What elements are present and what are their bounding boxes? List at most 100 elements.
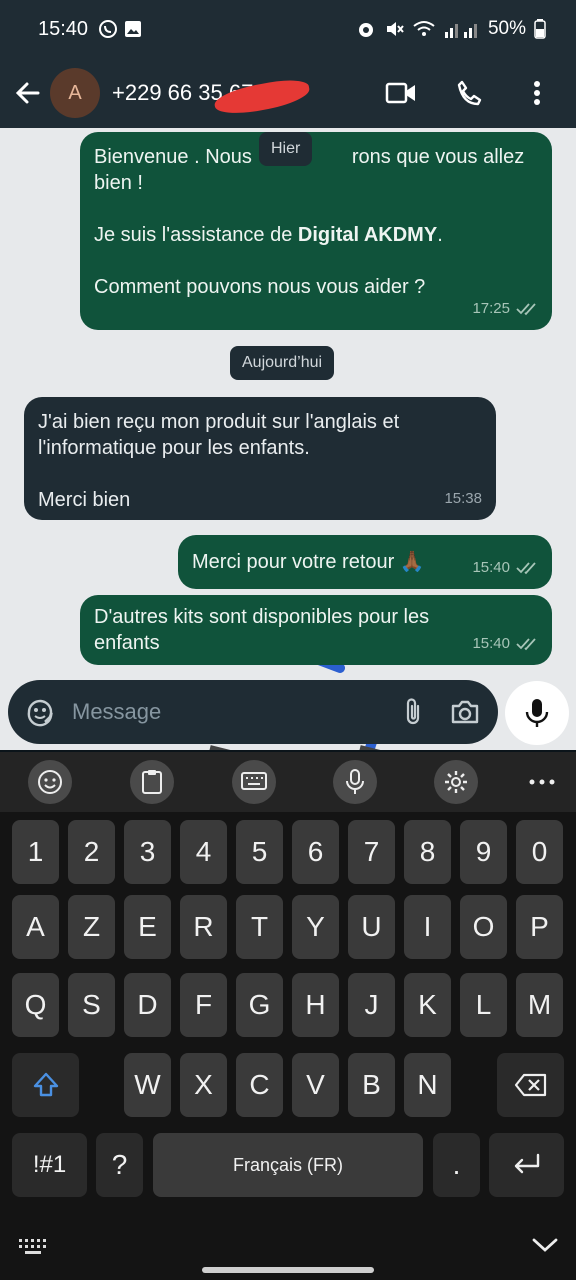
key-s[interactable]: S <box>68 973 115 1037</box>
hide-keyboard-chevron-icon[interactable] <box>532 1236 558 1254</box>
contact-title-wrapper[interactable]: +229 66 35 67 4 <box>112 75 312 119</box>
voice-call-button[interactable] <box>452 76 486 110</box>
message-text: D'autres kits sont disponibles pour les <box>94 606 430 628</box>
phone-icon <box>457 80 482 106</box>
keyboard-switch-icon[interactable] <box>18 1238 48 1256</box>
shift-arrow-icon <box>33 1072 58 1097</box>
video-call-button[interactable] <box>384 76 418 110</box>
message-bubble-outgoing[interactable]: D'autres kits sont disponibles pour les … <box>80 595 552 665</box>
kebab-menu-icon <box>534 81 540 105</box>
key-k[interactable]: K <box>404 973 451 1037</box>
microphone-icon <box>525 699 549 727</box>
gear-icon <box>445 771 467 793</box>
key-m[interactable]: M <box>516 973 563 1037</box>
key-b[interactable]: B <box>348 1053 395 1117</box>
attach-button[interactable] <box>396 695 430 729</box>
key-x[interactable]: X <box>180 1053 227 1117</box>
more-options-button[interactable] <box>520 76 554 110</box>
home-indicator[interactable] <box>202 1267 374 1273</box>
date-chip-hier: Hier <box>259 132 313 166</box>
key-7[interactable]: 7 <box>348 820 395 884</box>
emoji-icon <box>38 770 62 794</box>
message-text: Je suis l'assistance de Digital AKDMY. <box>94 224 443 246</box>
backspace-icon <box>514 1073 546 1097</box>
key-f[interactable]: F <box>180 973 227 1037</box>
keyboard-mode-button[interactable] <box>232 760 276 804</box>
message-bubble-outgoing[interactable]: Bienvenue . Nous rons que vous allez bien… <box>80 132 552 330</box>
key-d[interactable]: D <box>124 973 171 1037</box>
key-z[interactable]: Z <box>68 895 115 959</box>
message-bubble-incoming[interactable]: J'ai bien reçu mon produit sur l'anglais… <box>24 397 496 520</box>
keyboard-toolbar <box>0 752 576 812</box>
clipboard-button[interactable] <box>130 760 174 804</box>
key-o[interactable]: O <box>460 895 507 959</box>
key-c[interactable]: C <box>236 1053 283 1117</box>
key-q[interactable]: Q <box>12 973 59 1037</box>
key-4[interactable]: 4 <box>180 820 227 884</box>
message-text: Bienvenue . Nous rons que vous allez <box>94 146 525 168</box>
key-v[interactable]: V <box>292 1053 339 1117</box>
back-button[interactable] <box>6 71 50 115</box>
key-r[interactable]: R <box>180 895 227 959</box>
space-bar[interactable]: Français (FR) <box>153 1133 423 1197</box>
enter-key[interactable] <box>489 1133 564 1197</box>
mute-icon <box>386 22 404 36</box>
signal-icon <box>444 24 477 38</box>
voice-input-button[interactable] <box>333 760 377 804</box>
key-w[interactable]: W <box>124 1053 171 1117</box>
key-p[interactable]: P <box>516 895 563 959</box>
key-g[interactable]: G <box>236 973 283 1037</box>
wifi-icon <box>413 21 435 36</box>
sticker-icon[interactable] <box>24 696 56 728</box>
symbols-key[interactable]: !#1 <box>12 1133 87 1197</box>
key-a[interactable]: A <box>12 895 59 959</box>
paperclip-icon <box>406 698 420 725</box>
key-e[interactable]: E <box>124 895 171 959</box>
key-i[interactable]: I <box>404 895 451 959</box>
key-5[interactable]: 5 <box>236 820 283 884</box>
clipboard-icon <box>142 770 162 794</box>
key-9[interactable]: 9 <box>460 820 507 884</box>
battery-percentage: 50% <box>487 18 526 39</box>
message-text: enfants <box>94 632 160 654</box>
key-1[interactable]: 1 <box>12 820 59 884</box>
key-8[interactable]: 8 <box>404 820 451 884</box>
message-time: 15:38 <box>444 490 482 507</box>
keyboard-settings-button[interactable] <box>434 760 478 804</box>
back-arrow-icon <box>15 82 40 104</box>
question-mark-key[interactable]: ? <box>96 1133 143 1197</box>
message-input[interactable]: Message <box>72 699 378 725</box>
message-bubble-outgoing[interactable]: Merci pour votre retour 🙏🏾 15:40 <box>178 535 552 589</box>
message-text: bien ! <box>94 172 143 194</box>
period-key[interactable]: . <box>433 1133 480 1197</box>
backspace-key[interactable] <box>497 1053 564 1117</box>
whatsapp-notification-icon <box>99 20 118 38</box>
avatar[interactable]: A <box>50 68 100 118</box>
chat-area[interactable]: Bienvenue . Nous rons que vous allez bien… <box>0 128 576 750</box>
key-6[interactable]: 6 <box>292 820 339 884</box>
camera-button[interactable] <box>448 695 482 729</box>
message-time: 15:40 <box>472 559 510 576</box>
toolbar-more-button[interactable] <box>520 760 564 804</box>
double-check-icon <box>516 303 536 316</box>
status-bar: 15:40 50% <box>0 0 576 58</box>
key-y[interactable]: Y <box>292 895 339 959</box>
shift-key[interactable] <box>12 1053 79 1117</box>
key-2[interactable]: 2 <box>68 820 115 884</box>
date-chip-today: Aujourd’hui <box>230 346 335 380</box>
key-0[interactable]: 0 <box>516 820 563 884</box>
key-t[interactable]: T <box>236 895 283 959</box>
message-time: 15:40 <box>472 635 510 652</box>
key-u[interactable]: U <box>348 895 395 959</box>
key-n[interactable]: N <box>404 1053 451 1117</box>
voice-message-button[interactable] <box>505 681 569 745</box>
emoji-button[interactable] <box>28 760 72 804</box>
key-j[interactable]: J <box>348 973 395 1037</box>
key-h[interactable]: H <box>292 973 339 1037</box>
message-text: Comment pouvons nous vous aider ? <box>94 276 426 298</box>
enter-icon <box>514 1153 539 1174</box>
battery-icon <box>534 19 546 39</box>
gallery-notification-icon <box>125 21 142 37</box>
key-l[interactable]: L <box>460 973 507 1037</box>
key-3[interactable]: 3 <box>124 820 171 884</box>
